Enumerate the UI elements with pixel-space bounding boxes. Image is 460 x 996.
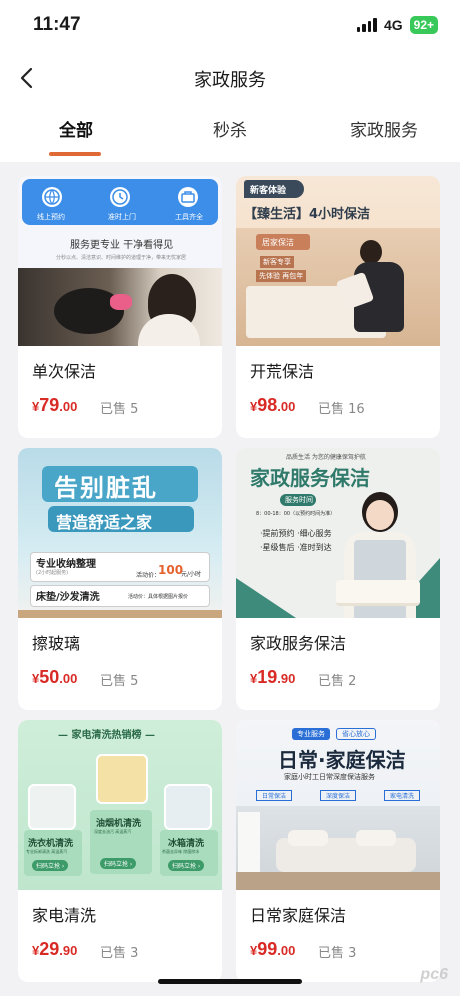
signal-icon: [356, 18, 377, 32]
product-price: ¥19.90: [250, 667, 296, 687]
sold-count: 已售 3: [100, 946, 139, 961]
appliance-item-sub: 杀菌去异味 除菌除冰: [162, 849, 200, 854]
product-price: ¥99.00: [250, 939, 296, 959]
product-image: 线上预约 准时上门 工具齐全 服务更专业 干净看得见 分秒以点、清洁意识、时间维…: [18, 176, 222, 346]
appliance-item-sub: 专业拆卸清洗 高温蒸汽: [26, 849, 68, 854]
image-chip: 深度保洁: [320, 790, 357, 801]
status-icons: 4G 92+: [356, 16, 438, 34]
image-tagline: 品质生活 为您的健康保驾护航: [286, 454, 366, 461]
sold-count: 已售 5: [100, 402, 139, 417]
image-title: 日常·家庭保洁: [278, 748, 406, 772]
service-row-sub: (2小时起服务): [36, 570, 69, 576]
service-row-price: 活动价：具体根据图片报价: [128, 594, 189, 600]
product-name: 单次保洁: [32, 362, 97, 381]
image-tag: 居家保洁: [262, 238, 294, 247]
battery-icon: 92+: [409, 16, 438, 34]
image-chip: 家电清洗: [384, 790, 421, 801]
toolbox-icon: [178, 187, 198, 207]
sold-count: 已售 5: [100, 674, 139, 689]
image-headline: 服务更专业 干净看得见: [70, 240, 174, 251]
page-title: 家政服务: [194, 70, 266, 91]
product-image: 品质生活 为您的健康保驾护航 家政服务保洁 服务时间 8：00-18：00（以预…: [236, 448, 440, 618]
product-price: ¥50.00: [32, 667, 78, 687]
product-card[interactable]: 品质生活 为您的健康保驾护航 家政服务保洁 服务时间 8：00-18：00（以预…: [236, 448, 440, 710]
appliance-item: 油烟机清洗: [96, 819, 142, 829]
network-label: 4G: [383, 17, 403, 33]
tab-flash-sale[interactable]: 秒杀: [213, 116, 247, 141]
image-subheadline: 营造舒适之家: [56, 513, 153, 532]
product-image: 新客体验 【臻生活】4小时保洁 居家保洁 新客专享 先体验 再包年: [236, 176, 440, 346]
feature-label: 工具齐全: [175, 213, 203, 221]
product-price: ¥29.90: [32, 939, 78, 959]
appliance-item: 洗衣机清洗: [28, 839, 74, 849]
image-tag: 专业服务: [292, 728, 330, 740]
product-card[interactable]: — 家电清洗热销榜 — 洗衣机清洗 专业拆卸清洗 高温蒸汽 油烟机清洗 深度去油…: [18, 720, 222, 982]
top-bar: 11:47 4G 92+ 家政服务 全部 秒杀 家政服务: [0, 0, 460, 162]
feature-label: 线上预约: [37, 213, 65, 221]
price-label: 活动价：: [136, 572, 161, 579]
service-row: 床垫/沙发清洗: [36, 592, 100, 603]
status-time: 11:47: [33, 14, 81, 35]
image-tag: 新客专享: [260, 256, 294, 268]
service-price: 100: [158, 563, 184, 577]
product-image: — 家电清洗热销榜 — 洗衣机清洗 专业拆卸清洗 高温蒸汽 油烟机清洗 深度去油…: [18, 720, 222, 890]
service-hours-badge: 服务时间: [285, 496, 313, 504]
image-headline: 告别脏乱: [54, 474, 158, 502]
service-hours: 8：00-18：00（以预约时间为准）: [256, 511, 336, 517]
product-name: 擦玻璃: [32, 634, 81, 653]
scan-button: 扫码立抢 ›: [100, 858, 137, 869]
product-price: ¥98.00: [250, 395, 296, 415]
sold-count: 已售 16: [318, 402, 365, 417]
sold-count: 已售 3: [318, 946, 357, 961]
tab-bar: 全部 秒杀 家政服务: [0, 108, 460, 158]
home-indicator[interactable]: [158, 979, 302, 984]
image-tag: 省心放心: [336, 728, 376, 740]
scan-button: 扫码立抢 ›: [168, 860, 205, 871]
benefit-line: ·星级售后 ·准时到达: [260, 543, 332, 552]
product-card[interactable]: 专业服务 省心放心 日常·家庭保洁 家庭小时工日常深度保洁服务 日常保洁 深度保…: [236, 720, 440, 982]
new-customer-badge: 新客体验: [250, 186, 287, 196]
product-card[interactable]: 新客体验 【臻生活】4小时保洁 居家保洁 新客专享 先体验 再包年 开荒保洁 ¥…: [236, 176, 440, 438]
product-name: 家电清洗: [32, 906, 97, 925]
tab-housekeeping[interactable]: 家政服务: [350, 116, 418, 141]
price-unit: 元/小时: [181, 571, 202, 578]
watermark: pc6: [420, 966, 448, 983]
image-chip: 日常保洁: [256, 790, 293, 801]
sold-count: 已售 2: [318, 674, 357, 689]
navigation-bar: 家政服务: [0, 54, 460, 102]
tab-all[interactable]: 全部: [59, 116, 93, 141]
appliance-item: 冰箱清洗: [168, 839, 205, 849]
benefit-line: ·提前预约 ·细心服务: [260, 529, 332, 538]
image-subtext: 家庭小时工日常深度保洁服务: [284, 773, 375, 781]
product-name: 家政服务保洁: [250, 634, 347, 653]
product-name: 开荒保洁: [250, 362, 315, 381]
active-tab-indicator: [49, 152, 101, 156]
appliance-item-sub: 深度去油污 高温蒸汽: [94, 829, 132, 834]
status-bar: 11:47 4G 92+: [0, 0, 460, 54]
feature-label: 准时上门: [108, 213, 136, 221]
service-row: 专业收纳整理: [36, 559, 96, 570]
product-image: 告别脏乱 营造舒适之家 专业收纳整理 (2小时起服务) 活动价： 100 元/小…: [18, 448, 222, 618]
image-title: 【臻生活】4小时保洁: [244, 207, 371, 222]
product-name: 日常家庭保洁: [250, 906, 347, 925]
scan-button: 扫码立抢 ›: [32, 860, 69, 871]
product-card[interactable]: 线上预约 准时上门 工具齐全 服务更专业 干净看得见 分秒以点、清洁意识、时间维…: [18, 176, 222, 438]
image-title: — 家电清洗热销榜 —: [58, 730, 155, 741]
clock-icon: [110, 187, 130, 207]
product-price: ¥79.00: [32, 395, 78, 415]
image-subtext: 分秒以点、清洁意识、时间维护的道理于净，带来无忧家居: [56, 255, 187, 261]
image-title: 家政服务保洁: [250, 466, 370, 490]
product-image: 专业服务 省心放心 日常·家庭保洁 家庭小时工日常深度保洁服务 日常保洁 深度保…: [236, 720, 440, 890]
product-card[interactable]: 告别脏乱 营造舒适之家 专业收纳整理 (2小时起服务) 活动价： 100 元/小…: [18, 448, 222, 710]
image-tag: 先体验 再包年: [256, 270, 307, 282]
globe-icon: [42, 187, 62, 207]
